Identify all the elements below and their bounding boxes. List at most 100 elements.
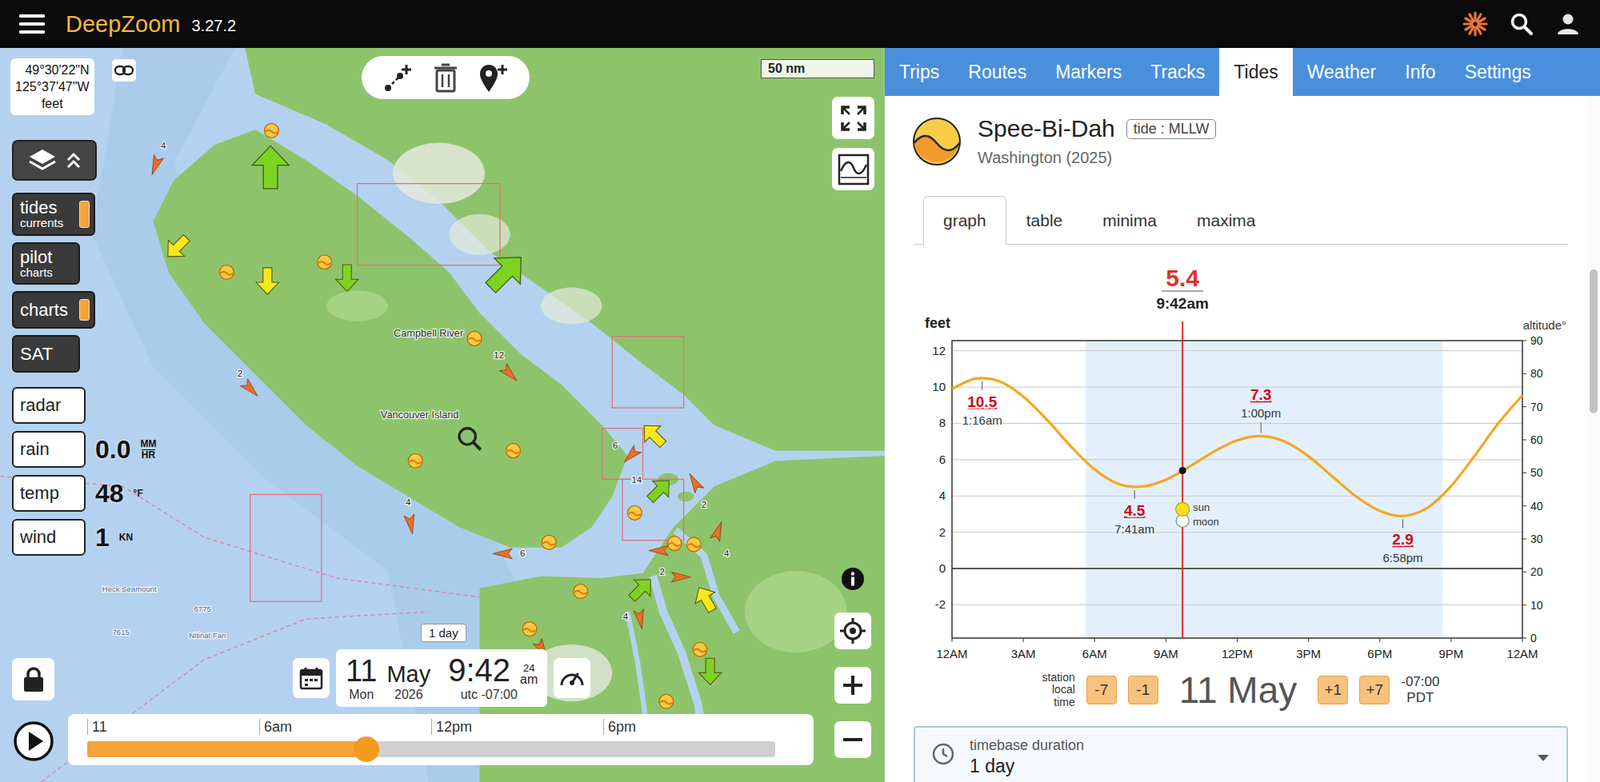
current-arrow[interactable] (648, 545, 668, 556)
trash-icon[interactable] (432, 61, 460, 94)
layer-button[interactable]: tidescurrents (12, 192, 96, 236)
speed-button[interactable] (553, 658, 591, 699)
layer-button[interactable]: pilotcharts (12, 242, 80, 286)
current-arrow[interactable] (477, 244, 534, 301)
tide-station-icon[interactable] (541, 535, 556, 550)
clock-format[interactable]: 24am (520, 663, 538, 687)
tide-station-icon[interactable] (219, 265, 234, 280)
tide-station-icon[interactable] (522, 622, 537, 637)
tide-extreme[interactable]: 2.96:58pm (1383, 519, 1424, 565)
previous-day-button[interactable]: -7 (1086, 676, 1117, 705)
arrow-icon[interactable] (698, 658, 721, 685)
panel-tab[interactable]: Weather (1292, 48, 1392, 96)
current-arrow[interactable] (160, 229, 196, 265)
layer-button[interactable]: charts (12, 291, 96, 329)
next-day-button[interactable]: +7 (1359, 676, 1390, 705)
weather-button[interactable]: rain (12, 431, 86, 468)
next-day-button[interactable]: +1 (1317, 676, 1348, 705)
search-button[interactable] (1502, 4, 1541, 44)
weather-button[interactable]: temp (12, 475, 86, 512)
arrow-icon[interactable] (240, 379, 262, 400)
add-route-button[interactable] (382, 61, 415, 94)
speedometer-icon[interactable] (558, 666, 586, 691)
arrow-icon[interactable] (642, 472, 678, 508)
route-add-icon[interactable] (382, 61, 415, 94)
locate-button[interactable] (834, 612, 872, 650)
arrow-icon[interactable] (710, 520, 727, 542)
info-button[interactable] (836, 563, 869, 596)
layers-icon[interactable] (26, 146, 59, 176)
arrow-icon[interactable] (633, 609, 648, 631)
view-tab[interactable]: maxima (1176, 196, 1276, 245)
tide-station-icon[interactable] (573, 584, 588, 600)
minus-icon[interactable] (841, 728, 864, 752)
tide-station-icon[interactable] (667, 536, 682, 552)
sun-button[interactable] (1456, 4, 1495, 44)
panel-tab[interactable]: Tides (1219, 48, 1292, 96)
tide-station-icon[interactable] (467, 331, 482, 346)
layer-button[interactable]: SAT (12, 335, 80, 373)
delete-button[interactable] (432, 61, 460, 94)
menu-button[interactable] (14, 8, 50, 40)
add-marker-button[interactable] (476, 61, 509, 94)
current-arrow[interactable]: 4 (404, 497, 418, 536)
tide-station-icon[interactable] (408, 453, 423, 468)
weather-button[interactable]: wind (12, 519, 86, 556)
duration-tag[interactable]: 1 day (420, 624, 467, 643)
arrow-icon[interactable] (404, 514, 418, 536)
tide-extreme[interactable]: 4.57:41am (1114, 490, 1155, 536)
view-tab[interactable]: graph (923, 196, 1007, 245)
tide-station-icon[interactable] (659, 694, 674, 709)
map[interactable]: Campbell RiverVancouver IslandHeck Seamo… (0, 48, 885, 782)
current-arrow[interactable] (636, 417, 672, 453)
current-arrow[interactable]: 12 (493, 350, 520, 385)
current-arrow[interactable]: 2 (237, 368, 262, 400)
tide-graph-button[interactable] (832, 148, 875, 191)
arrow-icon[interactable] (336, 264, 359, 292)
arrow-icon[interactable] (252, 145, 289, 189)
zoom-out-button[interactable] (834, 721, 872, 759)
search-location-icon[interactable] (459, 428, 481, 451)
current-time[interactable]: 1 day11May9:4224amMon2026utc -07:00 (336, 649, 548, 708)
current-arrow[interactable] (256, 268, 279, 295)
zoom-in-button[interactable] (834, 667, 872, 704)
lock-icon[interactable] (21, 666, 46, 694)
tide-station-icon[interactable] (627, 505, 642, 520)
view-tab[interactable]: table (1006, 196, 1084, 245)
account-button[interactable] (1548, 4, 1588, 44)
arrow-icon[interactable] (477, 244, 534, 301)
tide-station-icon[interactable] (686, 537, 701, 552)
lock-button[interactable] (12, 658, 55, 701)
calendar-icon[interactable] (299, 666, 324, 691)
layers-button[interactable] (12, 140, 97, 181)
panel-tab[interactable]: Trips (884, 48, 954, 96)
arrow-icon[interactable] (620, 445, 641, 467)
dropdown-icon[interactable] (1536, 753, 1551, 764)
current-arrow[interactable]: 2 (660, 567, 692, 583)
current-arrow[interactable]: 4 (147, 140, 167, 176)
link-icon[interactable] (113, 63, 135, 78)
tide-station-icon[interactable] (317, 255, 332, 270)
arrow-icon[interactable] (685, 471, 704, 493)
panel-tab[interactable]: Tracks (1136, 48, 1220, 96)
arrow-icon[interactable] (671, 572, 691, 583)
timebase-select[interactable]: timebase duration1 day (913, 726, 1568, 782)
arrow-icon[interactable] (499, 364, 520, 385)
marker-add-icon[interactable] (476, 61, 509, 94)
depth-units[interactable]: feet (15, 95, 90, 112)
current-arrow[interactable] (624, 572, 660, 608)
timeline-thumb[interactable] (353, 736, 380, 763)
panel-tab[interactable]: Info (1390, 48, 1450, 96)
sunburst-icon[interactable] (1462, 11, 1488, 37)
previous-day-button[interactable]: -1 (1128, 676, 1159, 705)
arrow-icon[interactable] (624, 572, 660, 608)
scrollbar[interactable] (1587, 96, 1600, 782)
weather-button[interactable]: radar (12, 387, 86, 424)
link-button[interactable] (112, 59, 136, 82)
current-arrow[interactable]: 6 (612, 440, 642, 467)
tide-station-icon[interactable] (264, 123, 280, 138)
arrow-icon[interactable] (636, 417, 672, 453)
arrow-icon[interactable] (147, 155, 164, 177)
play-button[interactable] (10, 718, 57, 765)
panel-tab[interactable]: Routes (953, 48, 1041, 96)
